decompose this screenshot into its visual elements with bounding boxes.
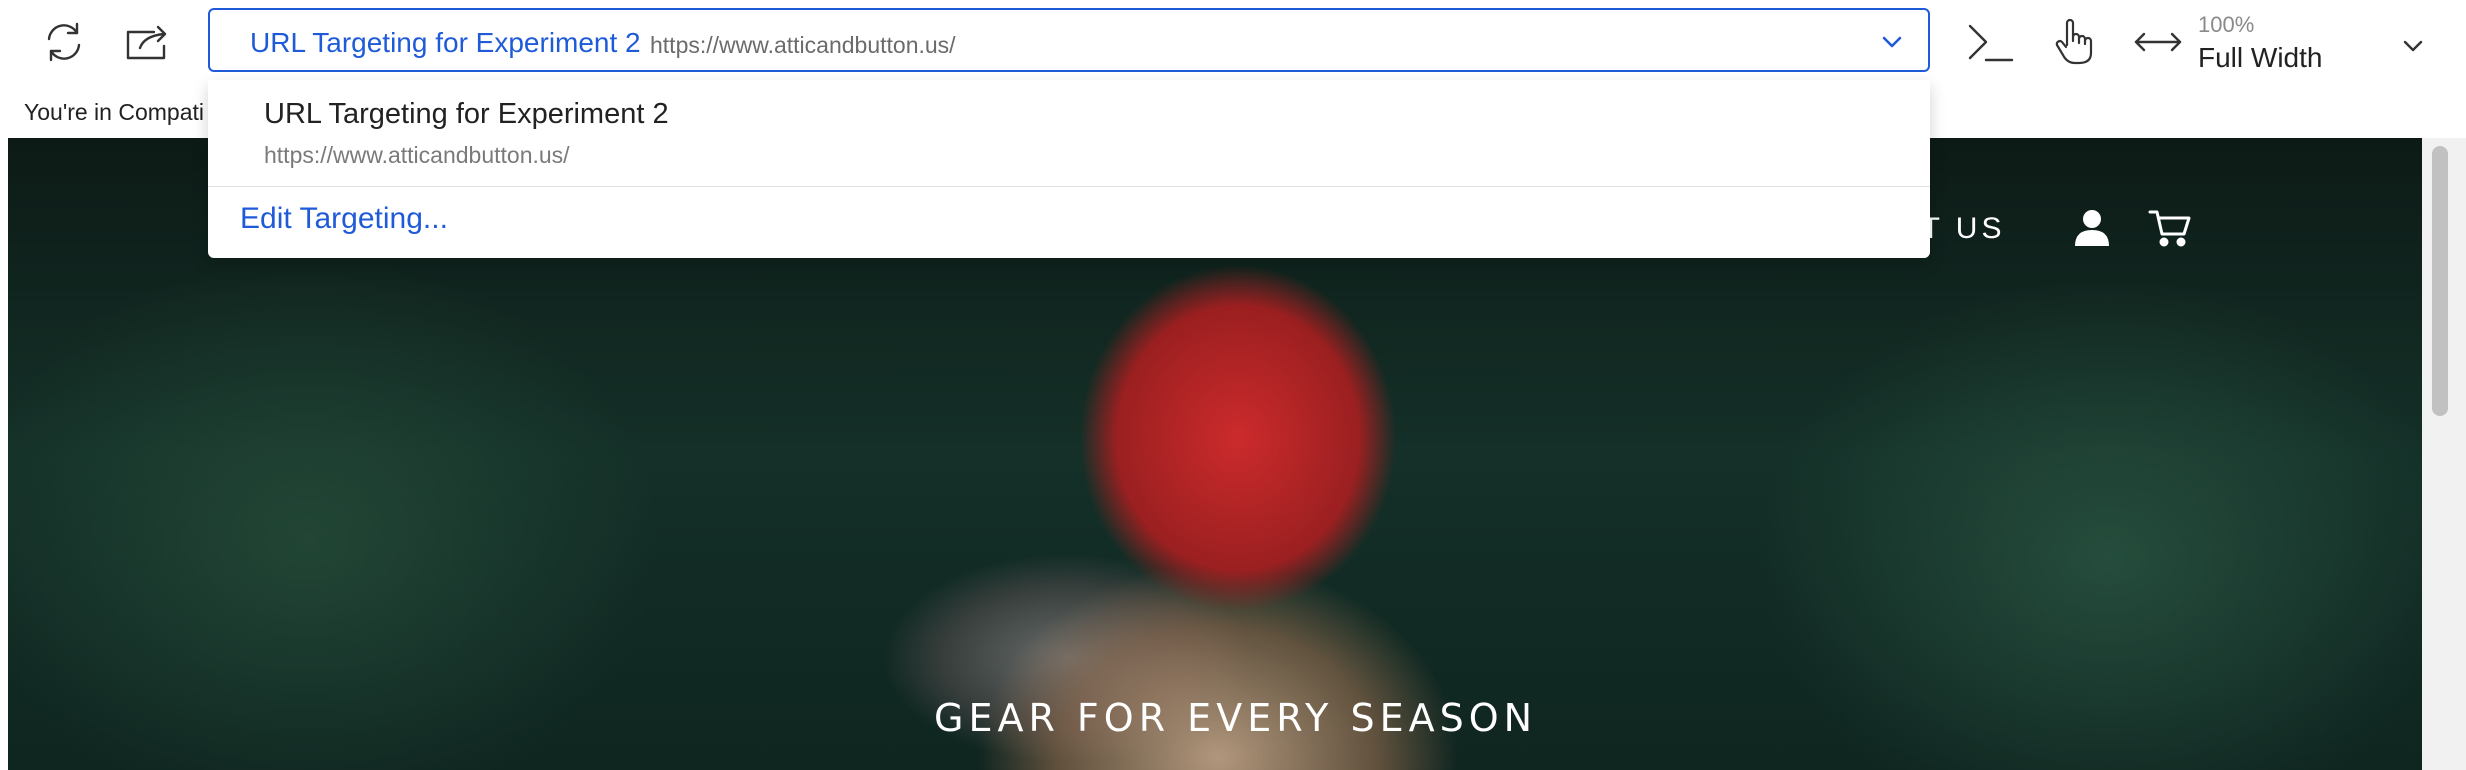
hero-headline: GEAR FOR EVERY SEASON <box>934 696 1538 740</box>
terminal-icon[interactable] <box>1964 18 2016 66</box>
edit-targeting-link[interactable]: Edit Targeting... <box>240 202 448 236</box>
selector-url: https://www.atticandbutton.us/ <box>650 32 956 58</box>
preview-scrollbar[interactable] <box>2422 138 2466 770</box>
zoom-percent: 100% <box>2198 12 2255 37</box>
dropdown-divider <box>208 186 1930 187</box>
experiment-dropdown-menu: URL Targeting for Experiment 2 https://w… <box>208 80 1930 258</box>
shopping-cart-icon[interactable] <box>2148 208 2192 248</box>
scrollbar-thumb[interactable] <box>2432 146 2448 416</box>
horizontal-resize-icon[interactable] <box>2132 18 2184 66</box>
viewport-width-select[interactable]: Full Width <box>2198 42 2322 74</box>
chevron-down-icon[interactable] <box>1880 32 1904 52</box>
open-external-icon[interactable] <box>122 18 174 66</box>
compatibility-notice: You're in Compati <box>24 99 204 125</box>
chevron-down-icon[interactable] <box>2400 36 2426 56</box>
experiment-selector[interactable]: URL Targeting for Experiment 2 https://w… <box>208 8 1930 72</box>
dropdown-option-name: URL Targeting for Experiment 2 <box>264 98 669 130</box>
refresh-icon[interactable] <box>38 18 90 66</box>
pointer-hand-icon[interactable] <box>2048 18 2100 66</box>
selector-experiment-name: URL Targeting for Experiment 2 <box>250 27 641 58</box>
editor-toolbar: URL Targeting for Experiment 2 https://w… <box>0 0 2466 86</box>
dropdown-option-url: https://www.atticandbutton.us/ <box>264 142 570 168</box>
user-account-icon[interactable] <box>2072 208 2112 248</box>
